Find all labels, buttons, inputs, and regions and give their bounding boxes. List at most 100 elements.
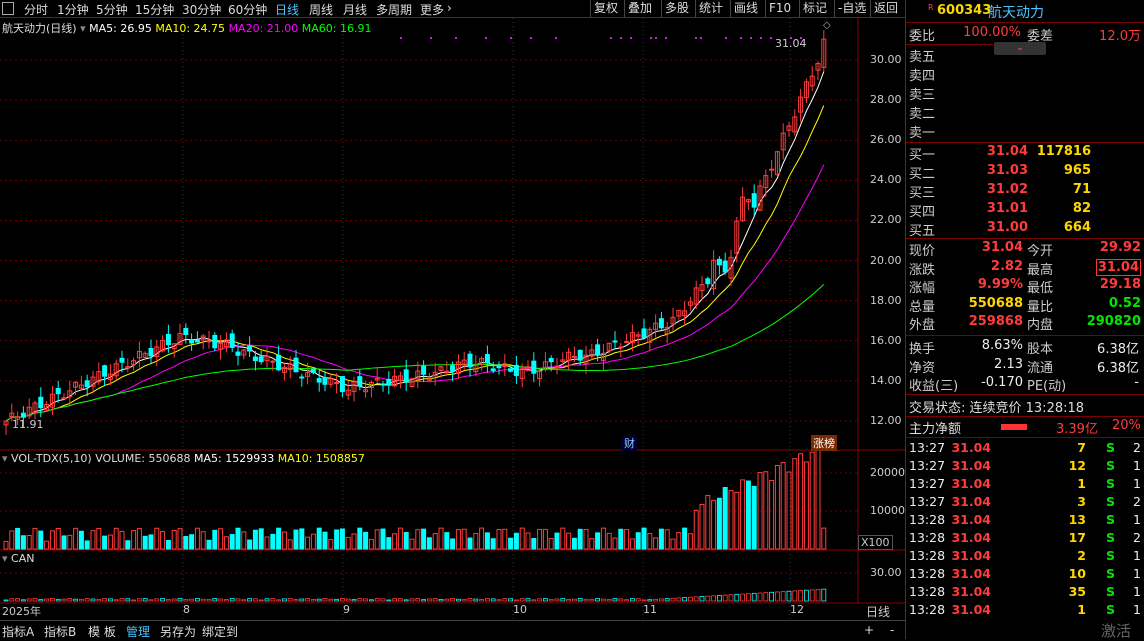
buy-level-row[interactable]: 买四 31.01 82 (909, 201, 1141, 220)
chevron-right-icon[interactable]: › (447, 1, 452, 15)
zoom-out-button[interactable]: - (890, 623, 894, 637)
sell-level-row[interactable]: 卖二 (909, 103, 1141, 122)
tab-template[interactable]: 模 板 (88, 623, 116, 640)
sell-level-row[interactable]: 卖一 (909, 122, 1141, 141)
period-fenshi[interactable]: 分时 (24, 1, 48, 18)
can-bar (328, 598, 334, 602)
volume-bar (693, 509, 699, 550)
can-bar (15, 598, 21, 602)
buy-level-row[interactable]: 买一 31.04 117816 (909, 144, 1141, 163)
can-bar (426, 598, 432, 602)
candle-body (299, 376, 305, 379)
tick-count: 2 (1133, 494, 1141, 509)
candle-body (119, 357, 125, 363)
period-30min[interactable]: 30分钟 (182, 1, 221, 18)
signal-dot (510, 37, 512, 39)
period-more[interactable]: 更多 (420, 1, 444, 18)
mark-button[interactable]: 标记 (799, 0, 830, 17)
buy-level-row[interactable]: 买三 31.02 71 (909, 182, 1141, 201)
ma-settings-icon[interactable]: ▾ (80, 22, 86, 35)
volume-bar (258, 528, 264, 550)
can-bar (699, 596, 705, 602)
tab-indicator-b[interactable]: 指标B (44, 623, 76, 640)
period-weekly[interactable]: 周线 (309, 1, 333, 18)
f10-button[interactable]: F10 (765, 0, 794, 17)
weibi-row: 委比 100.00% 委差 12.0万 (909, 25, 1141, 44)
limit-up-marker[interactable]: 涨榜 (811, 435, 837, 451)
signal-dot (665, 37, 667, 39)
ma10-line (5, 105, 825, 422)
buy-price: 31.00 (986, 220, 1028, 235)
ma10-label: MA10: 24.75 (155, 22, 226, 35)
period-60min[interactable]: 60分钟 (228, 1, 267, 18)
back-button[interactable]: 返回 (870, 0, 901, 17)
kline-chart[interactable] (0, 18, 905, 620)
last-price-annotation: 31.04 (775, 37, 807, 50)
buy-volume: 965 (1063, 163, 1091, 178)
draw-line-button[interactable]: 画线 (730, 0, 761, 17)
can-bar (583, 598, 589, 602)
volume-bar (206, 539, 212, 550)
volume-bar (461, 528, 467, 550)
tab-save-as[interactable]: 另存为 (160, 623, 196, 640)
buy-level-row[interactable]: 买二 31.03 965 (909, 163, 1141, 182)
overlay-button[interactable]: 叠加 (624, 0, 655, 17)
multi-stock-button[interactable]: 多股 (661, 0, 692, 17)
period-daily[interactable]: 日线 (275, 1, 299, 18)
volume-bar (658, 528, 664, 550)
main-net-bar (1001, 424, 1027, 430)
indicator-dropdown-icon[interactable]: ▾ (2, 552, 8, 565)
diamond-icon[interactable]: ◇ (823, 20, 831, 31)
price-axis-label: 12.00 (870, 414, 902, 427)
can-bar (148, 599, 154, 602)
candle-body (716, 258, 722, 266)
can-bar (142, 598, 148, 602)
candle-body (571, 355, 577, 358)
tab-manage[interactable]: 管理 (126, 623, 150, 640)
buy-level-label: 买四 (909, 205, 936, 220)
tick-price: 31.04 (951, 566, 991, 581)
sell-level-row[interactable]: 卖三 (909, 84, 1141, 103)
finance-marker[interactable]: 财 (622, 435, 637, 451)
period-multi[interactable]: 多周期 (376, 1, 412, 18)
volume-bar (589, 538, 595, 550)
stat-label: 量比 (1027, 299, 1054, 315)
can-bar (717, 595, 722, 602)
fund-value: 8.63% (981, 338, 1023, 353)
tick-price: 31.04 (951, 530, 991, 545)
watchlist-button[interactable]: -自选 (834, 0, 869, 17)
tick-count: 1 (1133, 548, 1141, 563)
window-icon[interactable] (2, 2, 14, 15)
volume-bar (160, 531, 166, 550)
tick-price: 31.04 (951, 458, 991, 473)
volume-bar (380, 528, 386, 550)
date-label-dec: 12 (790, 603, 804, 616)
period-15min[interactable]: 15分钟 (135, 1, 174, 18)
fuquan-button[interactable]: 复权 (590, 0, 621, 17)
can-bar (577, 598, 583, 602)
buy-level-row[interactable]: 买五 31.00 664 (909, 220, 1141, 239)
indicator-dropdown-icon[interactable]: ▾ (2, 452, 8, 465)
tab-indicator-a[interactable]: 指标A (2, 623, 34, 640)
can-bar (746, 593, 751, 602)
signal-dot (485, 37, 487, 39)
candle-body (252, 356, 258, 362)
volume-bar (316, 527, 322, 550)
period-monthly[interactable]: 月线 (343, 1, 367, 18)
period-5min[interactable]: 5分钟 (96, 1, 128, 18)
period-1min[interactable]: 1分钟 (57, 1, 89, 18)
stats-button[interactable]: 统计 (695, 0, 726, 17)
tab-bind-to[interactable]: 绑定到 (202, 623, 238, 640)
sell-level-row[interactable]: 卖五 (909, 46, 1141, 65)
ma20-line (5, 164, 825, 422)
candle-body (189, 339, 195, 344)
zoom-in-button[interactable]: + (864, 623, 874, 637)
can-bar (79, 598, 84, 602)
volume-bar (548, 537, 554, 550)
can-bar (432, 598, 438, 602)
candle-body (20, 412, 26, 418)
date-label-nov: 11 (643, 603, 657, 616)
period-indicator[interactable]: 日线 (866, 603, 890, 620)
sell-level-row[interactable]: 卖四 (909, 65, 1141, 84)
can-bar (804, 589, 809, 602)
